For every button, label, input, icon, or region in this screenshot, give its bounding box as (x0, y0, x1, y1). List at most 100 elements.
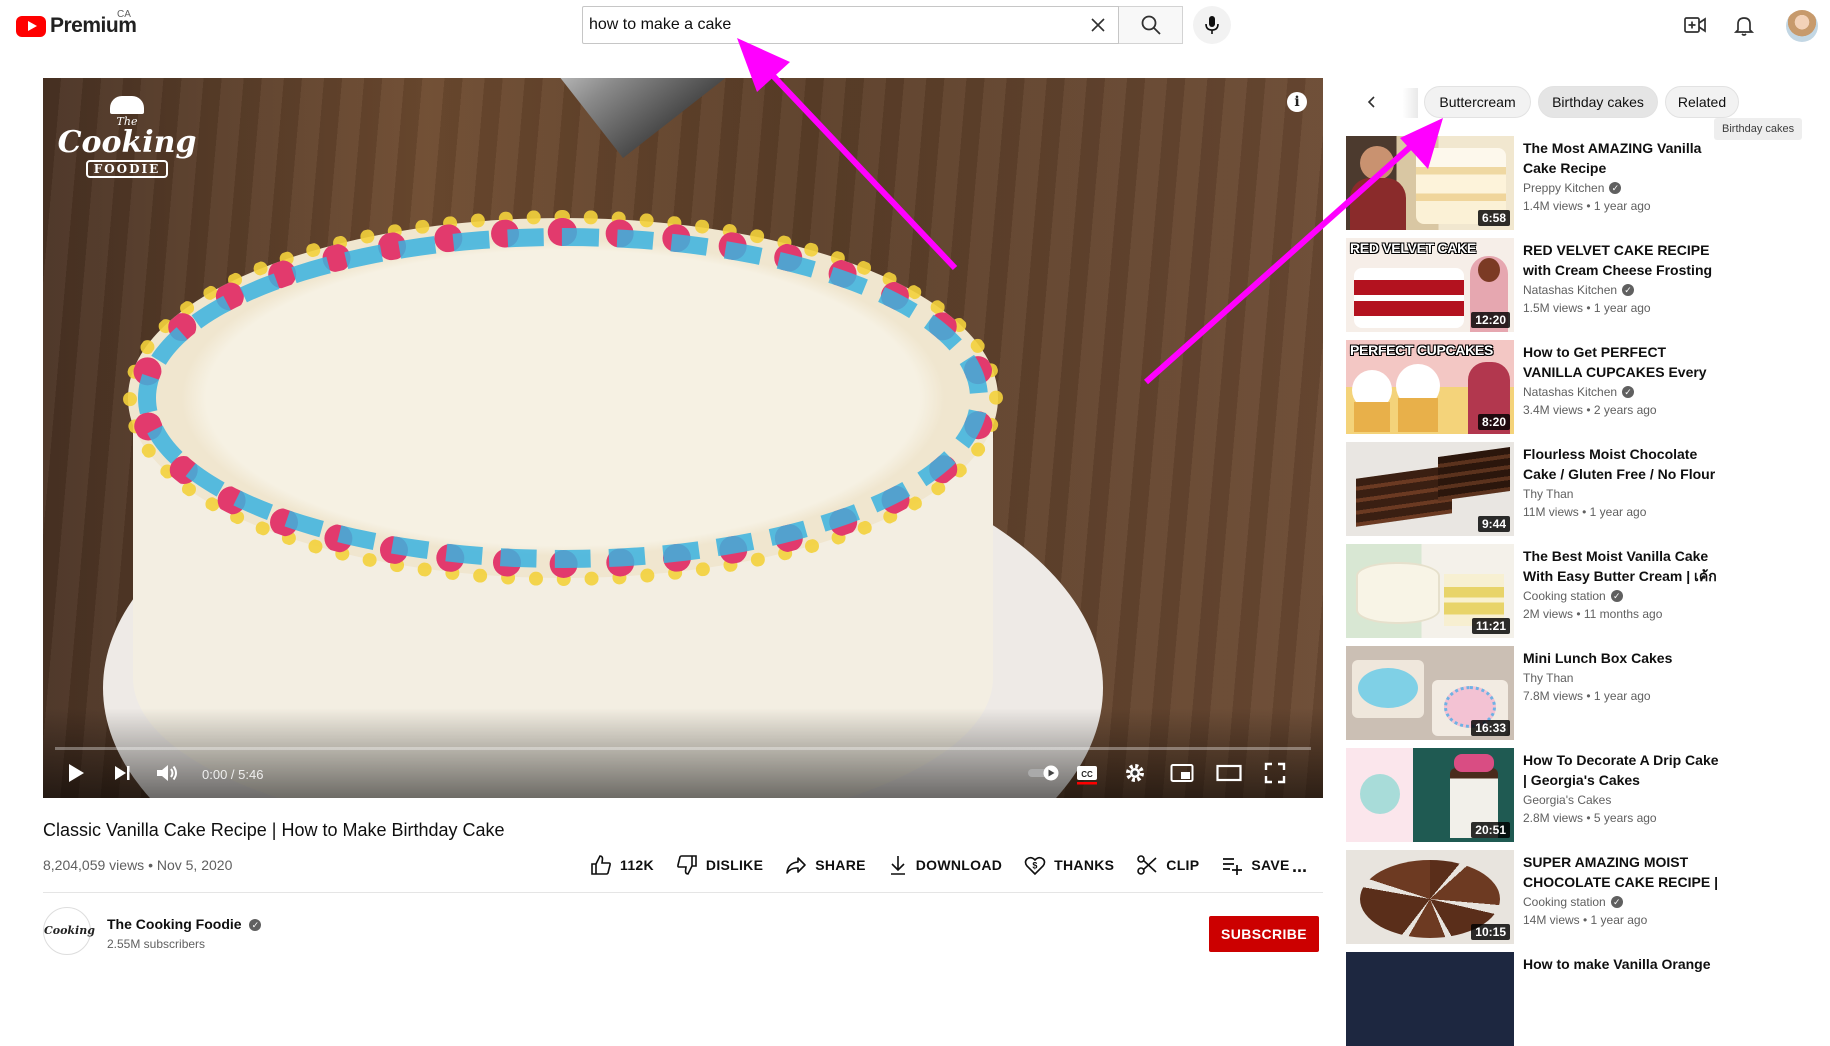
reco-title[interactable]: How to Get PERFECT VANILLA CUPCAKES Ever… (1523, 342, 1723, 382)
download-label: DOWNLOAD (915, 857, 1003, 873)
voice-search-button[interactable] (1193, 6, 1231, 44)
recommendation-item[interactable]: 9:44 Flourless Moist Chocolate Cake / Gl… (1346, 442, 1826, 536)
search-box[interactable] (582, 6, 1119, 44)
close-icon[interactable] (1088, 15, 1108, 35)
recommendation-item[interactable]: 11:21 The Best Moist Vanilla Cake With E… (1346, 544, 1826, 638)
reco-channel-name: Cooking station (1523, 895, 1606, 909)
reco-channel[interactable]: Thy Than (1523, 487, 1573, 501)
download-button[interactable]: DOWNLOAD (888, 854, 1002, 876)
reco-channel[interactable]: Thy Than (1523, 671, 1573, 685)
chip-related[interactable]: Related (1665, 86, 1739, 118)
action-bar: 112K DISLIKE SHARE DOWNLOAD $ THANKS CLI… (590, 854, 1312, 876)
channel-name-text: The Cooking Foodie (107, 916, 242, 932)
like-button[interactable]: 112K (590, 854, 654, 876)
video-thumbnail[interactable]: 16:33 (1346, 646, 1514, 740)
miniplayer-icon[interactable] (1167, 760, 1197, 786)
recommendation-item[interactable]: 6:58 The Most AMAZING Vanilla Cake Recip… (1346, 136, 1826, 230)
reco-meta: 14M views • 1 year ago (1523, 913, 1648, 927)
volume-icon[interactable] (153, 760, 181, 786)
duration-badge: 10:15 (1471, 924, 1510, 940)
reco-title[interactable]: The Most AMAZING Vanilla Cake Recipe (1523, 138, 1723, 178)
share-button[interactable]: SHARE (785, 854, 866, 876)
thanks-button[interactable]: $ THANKS (1024, 854, 1114, 876)
avatar[interactable] (1786, 10, 1818, 42)
video-thumbnail[interactable]: 6:58 (1346, 136, 1514, 230)
top-bar: Premium CA (0, 0, 1830, 56)
captions-icon[interactable]: CC (1073, 760, 1101, 786)
search-icon (1141, 15, 1161, 35)
video-thumbnail[interactable] (1346, 952, 1514, 1046)
recommendation-item[interactable]: PERFECT CUPCAKES 8:20 How to Get PERFECT… (1346, 340, 1826, 434)
play-icon[interactable] (63, 760, 89, 786)
search-button[interactable] (1119, 6, 1183, 44)
reco-title[interactable]: Flourless Moist Chocolate Cake / Gluten … (1523, 444, 1723, 484)
reco-channel-name: Cooking station (1523, 589, 1606, 603)
reco-channel-name: Georgia's Cakes (1523, 793, 1612, 807)
channel-name[interactable]: The Cooking Foodie ✓ (107, 916, 262, 932)
thanks-label: THANKS (1054, 857, 1115, 873)
recommendation-item[interactable]: 20:51 How To Decorate A Drip Cake | Geor… (1346, 748, 1826, 842)
search-input[interactable] (589, 7, 1059, 43)
more-actions-button[interactable]: ... (1292, 856, 1307, 877)
video-thumbnail[interactable]: PERFECT CUPCAKES 8:20 (1346, 340, 1514, 434)
reco-channel-name: Preppy Kitchen (1523, 181, 1605, 195)
thumbnail-text: PERFECT CUPCAKES (1350, 342, 1493, 358)
reco-meta: 2M views • 11 months ago (1523, 607, 1663, 621)
verified-icon: ✓ (1622, 284, 1635, 296)
recommendation-item[interactable]: How to make Vanilla Orange (1346, 952, 1826, 1046)
bell-icon[interactable] (1732, 13, 1756, 37)
playlist-add-icon (1223, 858, 1243, 875)
chevron-left-icon[interactable] (1360, 90, 1384, 114)
fullscreen-icon[interactable] (1261, 760, 1289, 786)
chip-buttercream[interactable]: Buttercream (1424, 86, 1531, 118)
reco-channel[interactable]: Natashas Kitchen ✓ (1523, 283, 1635, 297)
reco-channel[interactable]: Preppy Kitchen ✓ (1523, 181, 1622, 195)
create-video-icon[interactable] (1683, 13, 1707, 37)
dislike-label: DISLIKE (705, 857, 764, 873)
subscribe-button[interactable]: SUBSCRIBE (1209, 916, 1319, 952)
reco-title[interactable]: How to make Vanilla Orange (1523, 954, 1723, 974)
download-icon (890, 856, 905, 875)
video-player[interactable]: The Cooking FOODIE i 0:00 / 5:46 CC (43, 78, 1323, 798)
video-thumbnail[interactable]: 11:21 (1346, 544, 1514, 638)
thumbs-down-icon (676, 855, 697, 875)
chip-overflow (1392, 88, 1418, 118)
recommendation-item[interactable]: RED VELVET CAKE 12:20 RED VELVET CAKE RE… (1346, 238, 1826, 332)
reco-channel-name: Thy Than (1523, 671, 1574, 685)
divider (43, 892, 1323, 893)
duration-badge: 11:21 (1471, 618, 1510, 634)
reco-title[interactable]: Mini Lunch Box Cakes (1523, 648, 1723, 668)
reco-title[interactable]: RED VELVET CAKE RECIPE with Cream Cheese… (1523, 240, 1723, 280)
video-thumbnail[interactable]: RED VELVET CAKE 12:20 (1346, 238, 1514, 332)
recommendation-item[interactable]: 10:15 SUPER AMAZING MOIST CHOCOLATE CAKE… (1346, 850, 1826, 944)
video-thumbnail[interactable]: 9:44 (1346, 442, 1514, 536)
video-thumbnail[interactable]: 10:15 (1346, 850, 1514, 944)
verified-icon: ✓ (1622, 386, 1635, 398)
svg-text:CC: CC (1081, 770, 1093, 779)
theater-icon[interactable] (1213, 760, 1245, 786)
dislike-button[interactable]: DISLIKE (676, 854, 763, 876)
save-button[interactable]: SAVE (1221, 854, 1289, 876)
time-display: 0:00 / 5:46 (202, 767, 264, 782)
video-meta: 8,204,059 views • Nov 5, 2020 (43, 857, 233, 873)
settings-icon[interactable] (1121, 760, 1149, 786)
reco-channel[interactable]: Natashas Kitchen ✓ (1523, 385, 1635, 399)
channel-avatar[interactable]: Cooking (43, 907, 95, 955)
recommendation-item[interactable]: 16:33 Mini Lunch Box Cakes Thy Than 7.8M… (1346, 646, 1826, 740)
info-button[interactable]: i (1287, 92, 1307, 112)
verified-icon: ✓ (1610, 896, 1623, 908)
next-icon[interactable] (109, 760, 135, 786)
video-thumbnail[interactable]: 20:51 (1346, 748, 1514, 842)
reco-channel[interactable]: Cooking station ✓ (1523, 895, 1623, 909)
clip-button[interactable]: CLIP (1136, 854, 1199, 876)
chip-birthday-cakes[interactable]: Birthday cakes (1538, 86, 1658, 118)
reco-title[interactable]: How To Decorate A Drip Cake | Georgia's … (1523, 750, 1723, 790)
autoplay-toggle-icon[interactable] (1026, 760, 1062, 786)
clip-label: CLIP (1166, 857, 1200, 873)
reco-channel[interactable]: Georgia's Cakes (1523, 793, 1611, 807)
channel-watermark: The Cooking FOODIE (57, 96, 197, 196)
reco-channel[interactable]: Cooking station ✓ (1523, 589, 1623, 603)
progress-bar[interactable] (55, 747, 1311, 750)
reco-title[interactable]: SUPER AMAZING MOIST CHOCOLATE CAKE RECIP… (1523, 852, 1723, 892)
reco-title[interactable]: The Best Moist Vanilla Cake With Easy Bu… (1523, 546, 1723, 586)
